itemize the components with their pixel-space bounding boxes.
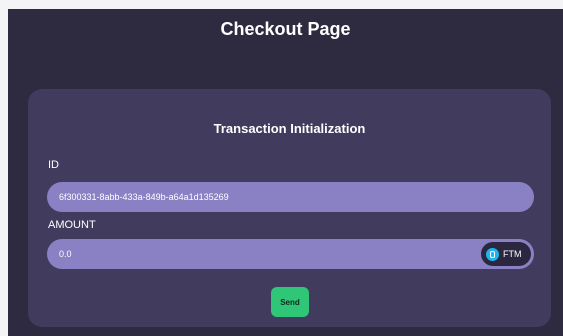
card-title: Transaction Initialization (213, 121, 366, 136)
id-field[interactable] (47, 182, 534, 212)
id-label: ID (48, 159, 59, 171)
transaction-card: Transaction Initialization ID AMOUNT FTM… (28, 89, 551, 327)
send-button[interactable]: Send (271, 287, 309, 317)
checkout-page: Checkout Page Transaction Initialization… (8, 9, 563, 336)
fantom-token-icon (486, 247, 499, 261)
token-label: FTM (503, 249, 522, 259)
amount-field-wrapper: FTM (47, 239, 534, 269)
amount-label: AMOUNT (48, 219, 96, 231)
token-selector[interactable]: FTM (481, 242, 531, 266)
page-title: Checkout Page (220, 19, 351, 39)
amount-field[interactable] (47, 239, 467, 269)
